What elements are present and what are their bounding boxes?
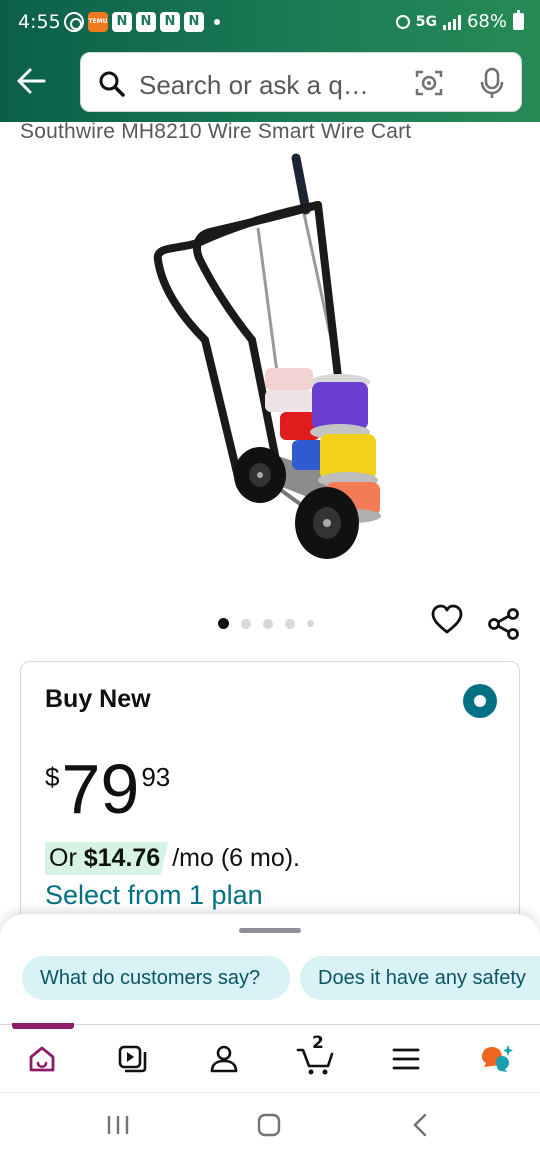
- app-badge-icon: N: [136, 12, 156, 32]
- sheet-drag-handle[interactable]: [239, 928, 301, 933]
- buy-new-title: Buy New: [45, 685, 151, 713]
- share-icon[interactable]: [487, 607, 521, 641]
- bottom-nav: 2: [0, 1023, 540, 1092]
- monthly-or: Or: [49, 844, 77, 872]
- app-badge-icon: N: [112, 12, 132, 32]
- buy-new-radio[interactable]: [463, 684, 497, 718]
- status-time: 4:55: [18, 11, 61, 33]
- price-symbol: $: [45, 762, 60, 792]
- carousel-dot[interactable]: [241, 618, 251, 629]
- status-right: 5G 68%: [395, 10, 524, 32]
- alarm-icon: [395, 14, 410, 29]
- home-icon: [29, 1046, 55, 1072]
- search-icon: [99, 71, 125, 97]
- back-arrow-icon[interactable]: [14, 64, 48, 98]
- microphone-icon[interactable]: [479, 67, 505, 99]
- monthly-terms: /mo (6 mo).: [172, 844, 300, 872]
- app-badge-icon: N: [160, 12, 180, 32]
- rufus-suggestions-sheet: What do customers say? Does it have any …: [0, 914, 540, 1026]
- more-notifications-dot: [214, 19, 220, 25]
- rufus-icon: [482, 1045, 513, 1072]
- app-badge-icon: N: [184, 12, 204, 32]
- temu-icon: TEMU: [88, 12, 108, 32]
- suggestion-chip[interactable]: What do customers say?: [22, 956, 290, 1000]
- nav-rufus[interactable]: [476, 1039, 516, 1079]
- recent-apps-icon[interactable]: [106, 1114, 130, 1136]
- price: $ 79 93: [45, 754, 170, 824]
- nav-cart[interactable]: 2: [294, 1033, 338, 1079]
- home-button-icon[interactable]: [256, 1112, 282, 1138]
- network-type: 5G: [415, 13, 437, 30]
- search-placeholder: Search or ask a q…: [139, 70, 369, 100]
- product-image[interactable]: [140, 150, 410, 570]
- search-header: Search or ask a q…: [0, 46, 540, 122]
- cart-count-badge: 2: [312, 1033, 324, 1053]
- back-button-icon[interactable]: [410, 1112, 430, 1138]
- suggestion-chip[interactable]: Does it have any safety: [300, 956, 540, 1000]
- notification-icons: TEMU N N N N: [64, 12, 220, 32]
- nav-account[interactable]: [204, 1039, 244, 1079]
- account-icon: [210, 1045, 238, 1073]
- menu-icon: [392, 1048, 420, 1070]
- home-active-indicator: [12, 1023, 74, 1029]
- carousel-dot[interactable]: [285, 618, 295, 629]
- status-bar: 4:55 TEMU N N N N 5G 68%: [0, 0, 540, 46]
- search-input[interactable]: Search or ask a q…: [80, 52, 522, 112]
- price-fraction: 93: [141, 762, 171, 792]
- nav-video[interactable]: [113, 1039, 153, 1079]
- image-carousel-dots[interactable]: [218, 618, 314, 629]
- carousel-dot-active[interactable]: [218, 618, 229, 629]
- signal-icon: [442, 14, 461, 30]
- battery-icon: [513, 10, 524, 30]
- system-nav-bar: [0, 1092, 540, 1158]
- battery-level: 68%: [466, 11, 507, 32]
- camera-lens-icon[interactable]: [415, 69, 443, 97]
- heart-icon[interactable]: [430, 603, 464, 635]
- video-icon: [118, 1045, 147, 1073]
- monthly-highlight: Or $14.76: [45, 842, 169, 875]
- monthly-amount: $14.76: [83, 844, 161, 872]
- product-title[interactable]: Southwire MH8210 Wire Smart Wire Cart: [20, 120, 411, 144]
- select-plan-link[interactable]: Select from 1 plan: [45, 880, 263, 911]
- carousel-dot[interactable]: [307, 620, 314, 627]
- threads-icon: [64, 12, 84, 32]
- nav-menu[interactable]: [386, 1039, 426, 1079]
- monthly-payment: Or $14.76 /mo (6 mo).: [45, 842, 300, 875]
- carousel-dot[interactable]: [263, 618, 273, 629]
- nav-home[interactable]: [22, 1039, 62, 1079]
- price-whole: 79: [61, 750, 140, 828]
